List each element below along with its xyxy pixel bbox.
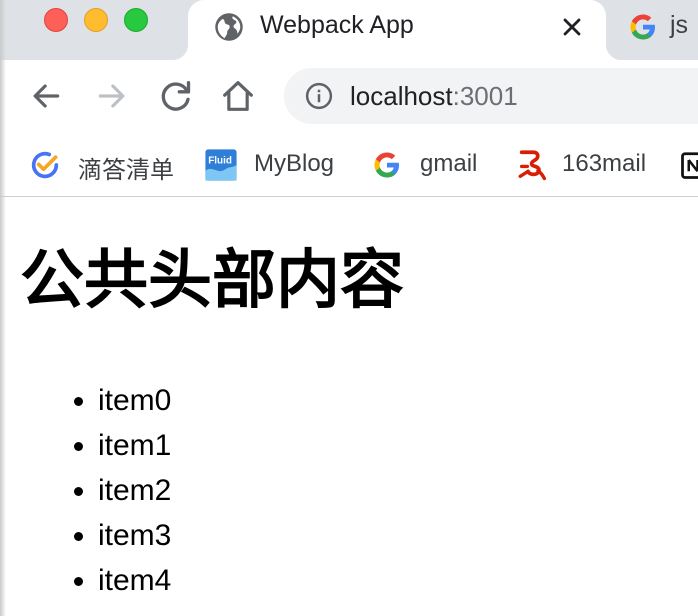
forward-button[interactable]	[92, 76, 132, 116]
bookmark-partial[interactable]	[680, 144, 698, 184]
bookmark-label: 163mail	[562, 150, 647, 177]
bookmark-label: gmail	[420, 150, 478, 177]
page-heading: 公共头部内容	[20, 244, 404, 316]
address-bar[interactable]: localhost:3001	[284, 68, 698, 124]
info-icon[interactable]	[304, 81, 334, 111]
google-g-icon	[374, 152, 399, 178]
bookmark-ticktick[interactable]: 滴答清单	[28, 144, 178, 184]
window-minimize-button[interactable]	[84, 8, 108, 32]
globe-icon	[215, 13, 243, 41]
close-tab-icon[interactable]	[558, 13, 586, 41]
netease-163-icon	[518, 150, 547, 181]
back-button[interactable]	[26, 76, 66, 116]
item-list: item0 item1 item2 item3 item4	[60, 378, 171, 603]
ticktick-icon	[31, 151, 59, 179]
url-port: :3001	[452, 81, 518, 111]
list-item: item0	[98, 378, 171, 423]
page-content: 公共头部内容 item0 item1 item2 item3 item4	[0, 198, 698, 616]
home-icon	[223, 81, 253, 111]
url-host: localhost	[350, 81, 453, 111]
arrow-left-icon	[33, 84, 60, 108]
window-edge-shadow	[0, 0, 6, 616]
toolbar: localhost:3001	[0, 60, 698, 132]
svg-text:Fluid: Fluid	[208, 156, 232, 167]
google-g-icon	[630, 14, 655, 40]
bookmarks-bar: 滴答清单 Fluid MyBlog gmail 163mail	[0, 132, 698, 197]
url-text[interactable]: localhost:3001	[350, 81, 518, 112]
tab-js-search[interactable]: js	[614, 0, 698, 58]
fluid-icon: Fluid	[205, 149, 237, 181]
tab-title: js	[670, 11, 689, 39]
list-item: item2	[98, 468, 171, 513]
bookmark-myblog[interactable]: Fluid MyBlog	[204, 144, 344, 184]
browser-window: Webpack App js localhost:3001 滴答清单 Fluid…	[0, 0, 698, 616]
tab-strip: Webpack App js	[0, 0, 698, 62]
window-maximize-button[interactable]	[124, 8, 148, 32]
bookmark-gmail[interactable]: gmail	[372, 144, 492, 184]
home-button[interactable]	[218, 76, 258, 116]
tab-title: Webpack App	[260, 11, 414, 39]
arrow-right-icon	[98, 84, 125, 108]
reload-button[interactable]	[156, 76, 196, 116]
bookmark-label: 滴答清单	[78, 157, 174, 184]
bookmark-label: MyBlog	[254, 150, 335, 177]
window-close-button[interactable]	[44, 8, 68, 32]
tab-webpack-app[interactable]: Webpack App	[172, 0, 622, 62]
list-item: item4	[98, 558, 171, 603]
list-item: item3	[98, 513, 171, 558]
bookmark-163mail[interactable]: 163mail	[516, 144, 666, 184]
list-item: item1	[98, 423, 171, 468]
reload-icon	[161, 81, 191, 111]
notion-icon	[681, 152, 698, 179]
